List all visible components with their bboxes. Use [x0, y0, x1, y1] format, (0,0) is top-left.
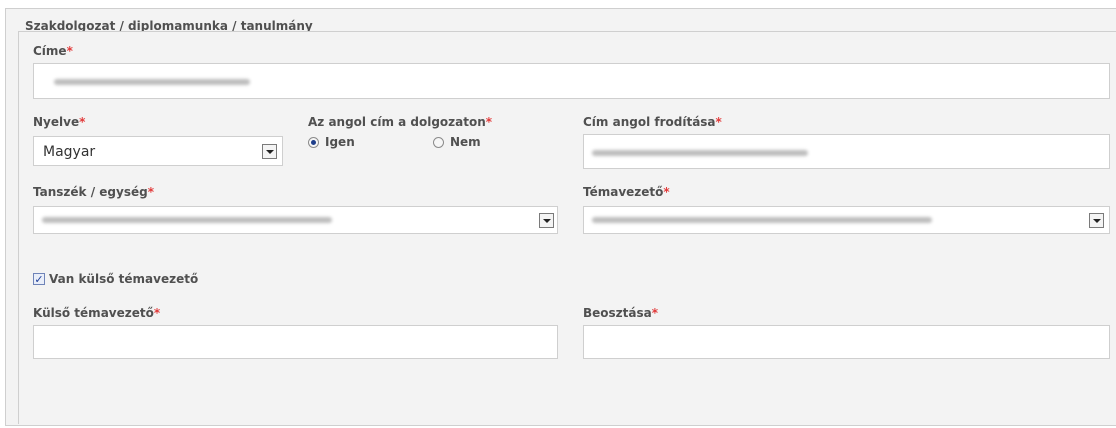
redacted-value	[42, 217, 332, 223]
radio-igen-label: Igen	[325, 135, 355, 149]
external-supervisor-input[interactable]	[33, 325, 558, 359]
required-mark: *	[66, 44, 73, 58]
supervisor-select[interactable]	[583, 206, 1110, 234]
redacted-value	[592, 217, 932, 223]
title-label: Címe*	[33, 44, 73, 58]
position-label: Beosztása*	[583, 306, 659, 320]
department-select[interactable]	[33, 206, 558, 234]
external-supervisor-label: Külső témavezető*	[33, 306, 161, 320]
chevron-down-icon[interactable]	[262, 144, 277, 159]
external-supervisor-checkbox[interactable]: ✓	[33, 273, 45, 285]
language-select[interactable]: Magyar	[33, 136, 283, 166]
radio-igen[interactable]	[308, 137, 319, 148]
chevron-down-icon[interactable]	[1089, 213, 1104, 228]
language-label: Nyelve*	[33, 115, 86, 129]
radio-nem[interactable]	[433, 137, 444, 148]
redacted-value	[54, 79, 250, 85]
check-icon: ✓	[34, 272, 44, 286]
position-input[interactable]	[583, 325, 1110, 359]
title-input[interactable]	[33, 63, 1110, 99]
redacted-value	[592, 150, 808, 156]
supervisor-label: Témavezető*	[583, 185, 670, 199]
english-title-question-label: Az angol cím a dolgozaton*	[308, 115, 493, 129]
external-supervisor-checkbox-label: Van külső témavezető	[49, 272, 199, 286]
english-title-label: Cím angol frodítása*	[583, 115, 722, 129]
radio-nem-label: Nem	[450, 135, 481, 149]
language-value: Magyar	[43, 144, 96, 160]
english-title-input[interactable]	[583, 134, 1110, 169]
department-label: Tanszék / egység*	[33, 185, 154, 199]
chevron-down-icon[interactable]	[539, 213, 554, 228]
